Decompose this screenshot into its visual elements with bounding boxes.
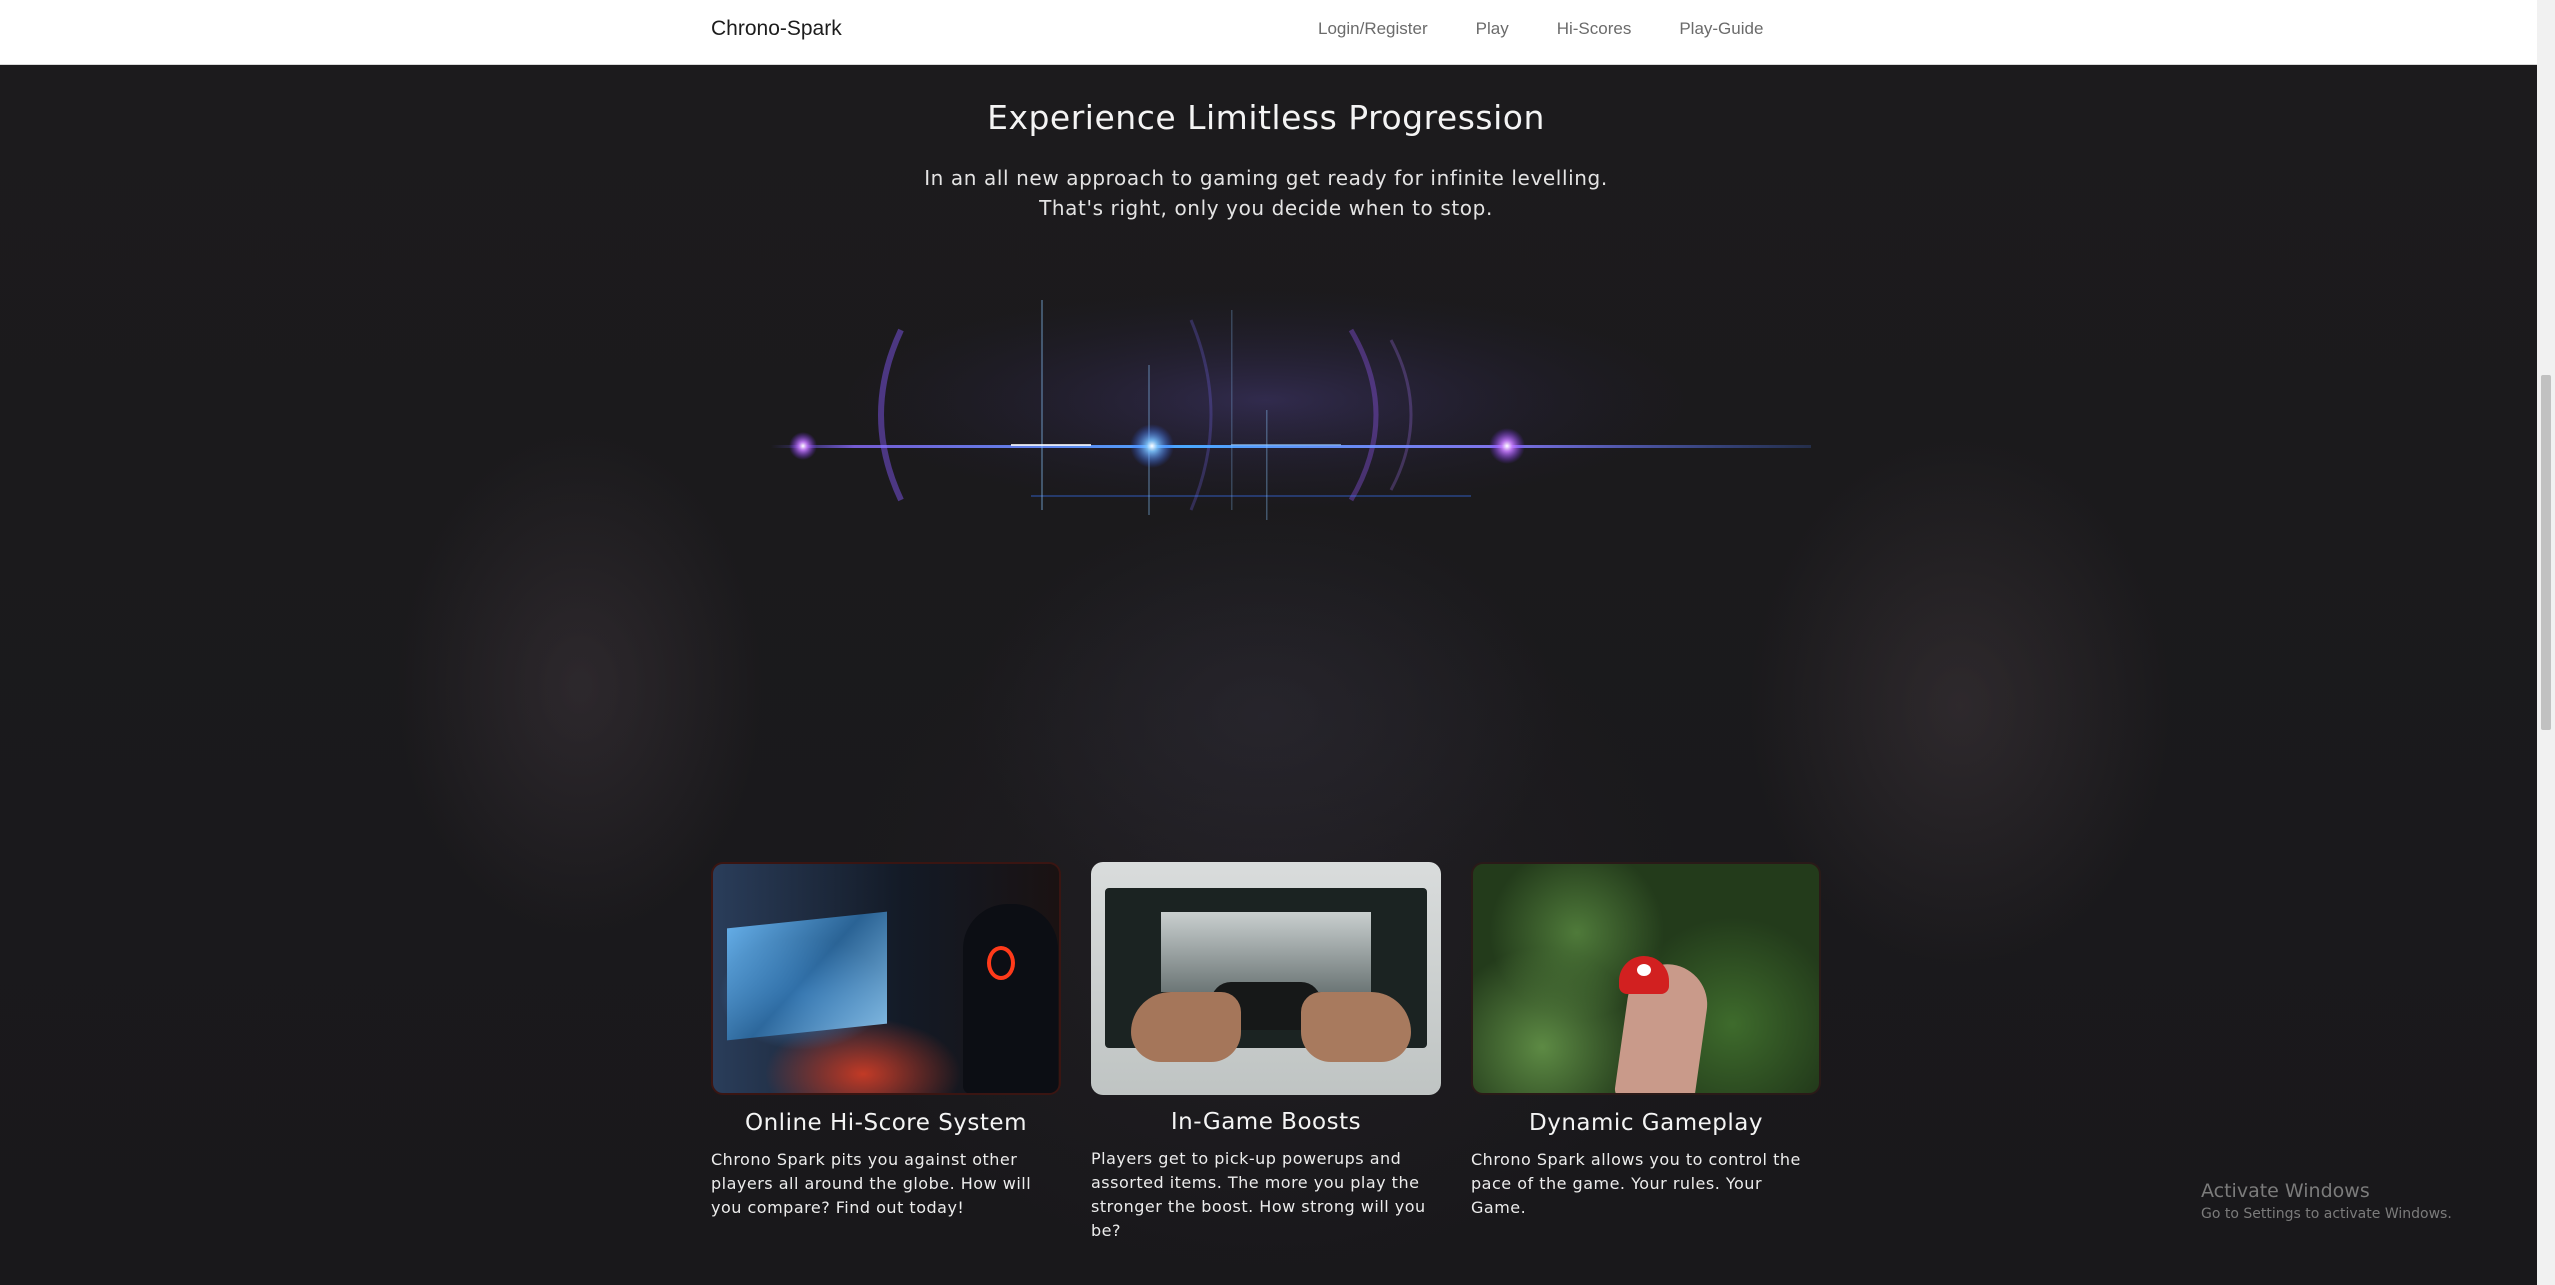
brand-logo[interactable]: Chrono-Spark bbox=[711, 17, 842, 41]
feature-title: Dynamic Gameplay bbox=[1529, 1110, 1763, 1136]
monitor-shape bbox=[727, 911, 887, 1041]
activate-subtitle: Go to Settings to activate Windows. bbox=[2201, 1206, 2452, 1222]
activate-windows-watermark: Activate Windows Go to Settings to activ… bbox=[2201, 1180, 2452, 1222]
top-navbar: Chrono-Spark Login/Register Play Hi-Scor… bbox=[0, 0, 2537, 65]
scrollbar-thumb[interactable] bbox=[2541, 375, 2551, 730]
hero-subtitle: In an all new approach to gaming get rea… bbox=[924, 166, 1608, 220]
hands-holding-controller-image bbox=[1091, 862, 1441, 1095]
left-hand-shape bbox=[1131, 992, 1241, 1062]
nav-link-play[interactable]: Play bbox=[1476, 19, 1509, 39]
feature-text: Chrono Spark pits you against other play… bbox=[711, 1150, 1032, 1217]
feature-title: In-Game Boosts bbox=[1170, 1109, 1362, 1135]
right-hand-shape bbox=[1301, 992, 1411, 1062]
hero-title: Experience Limitless Progression bbox=[987, 98, 1545, 137]
feature-card-gameplay: Dynamic Gameplay Chrono Spark allows you… bbox=[1471, 862, 1821, 1220]
feature-text: Players get to pick-up powerups and asso… bbox=[1091, 1149, 1426, 1240]
activate-title: Activate Windows bbox=[2201, 1180, 2370, 1202]
vertical-scrollbar[interactable] bbox=[2537, 0, 2555, 1285]
nav-links: Login/Register Play Hi-Scores Play-Guide bbox=[1318, 19, 1763, 39]
nav-link-play-guide[interactable]: Play-Guide bbox=[1679, 19, 1763, 39]
mushroom-icon bbox=[1619, 956, 1669, 994]
feature-text: Chrono Spark allows you to control the p… bbox=[1471, 1150, 1801, 1217]
light-streak-graphic bbox=[771, 290, 1811, 520]
feature-card-hi-score: Online Hi-Score System Chrono Spark pits… bbox=[711, 862, 1061, 1220]
hand-holding-mushroom-image bbox=[1471, 862, 1821, 1095]
nav-link-login-register[interactable]: Login/Register bbox=[1318, 19, 1428, 39]
person-silhouette bbox=[963, 904, 1058, 1093]
feature-title: Online Hi-Score System bbox=[745, 1110, 1027, 1136]
nav-link-hi-scores[interactable]: Hi-Scores bbox=[1557, 19, 1632, 39]
monitor-screen bbox=[1161, 912, 1371, 992]
feature-card-boosts: In-Game Boosts Players get to pick-up po… bbox=[1091, 862, 1441, 1243]
headset-icon bbox=[987, 946, 1015, 980]
gamer-with-headset-image bbox=[711, 862, 1061, 1095]
